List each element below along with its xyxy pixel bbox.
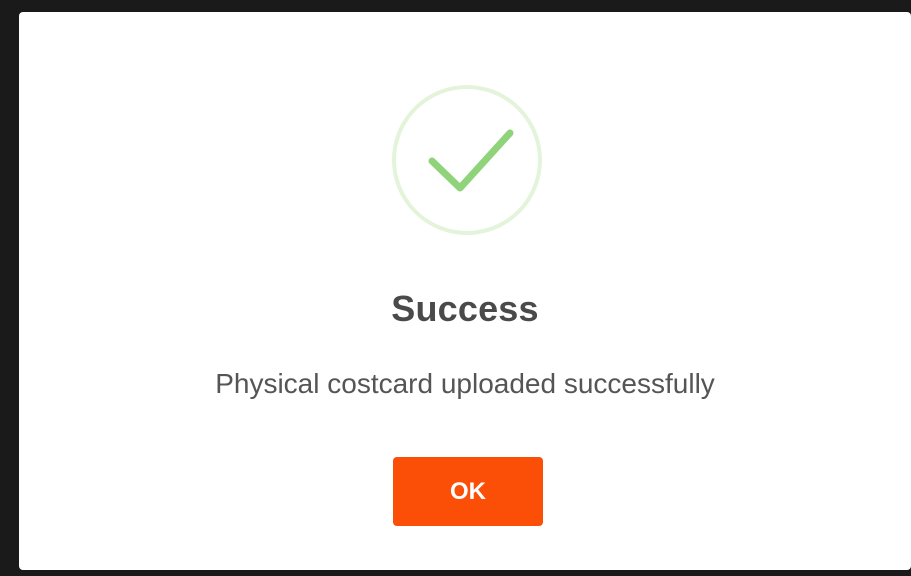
success-icon-ring [392,85,542,235]
dialog-message: Physical costcard uploaded successfully [215,368,715,399]
dialog-title: Success [391,288,539,329]
checkmark-icon [428,129,514,192]
ok-button[interactable]: OK [393,457,543,526]
success-dialog: Success Physical costcard uploaded succe… [19,12,911,570]
